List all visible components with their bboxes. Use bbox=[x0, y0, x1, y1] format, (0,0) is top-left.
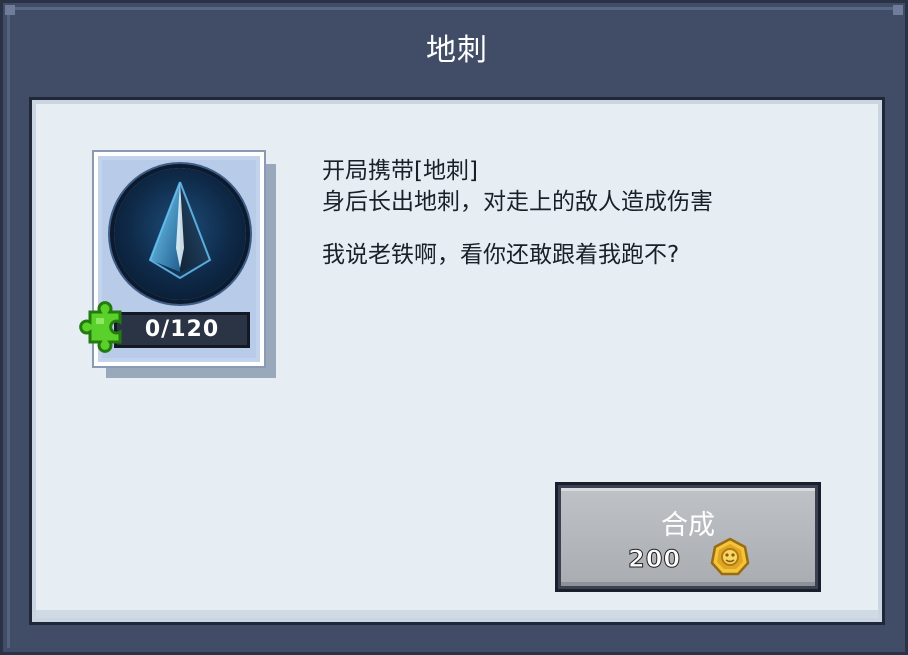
gold-coin-icon bbox=[710, 537, 750, 577]
shard-progress-bar: 0/120 bbox=[114, 312, 250, 348]
craft-cost: 200 bbox=[627, 545, 682, 574]
corner-notch bbox=[5, 5, 15, 15]
flavor-text: 我说老铁啊，看你还敢跟着我跑不? bbox=[322, 242, 680, 268]
puzzle-piece-icon bbox=[76, 298, 134, 356]
craft-button-label: 合成 bbox=[661, 510, 715, 541]
dialog-title: 地刺 bbox=[426, 33, 488, 68]
craft-button[interactable]: 合成 200 bbox=[555, 482, 821, 592]
description-line-2: 身后长出地刺，对走上的敌人造成伤害 bbox=[322, 189, 713, 215]
ground-spike-icon bbox=[114, 168, 246, 300]
item-description: 开局携带[地刺] 身后长出地刺，对走上的敌人造成伤害 我说老铁啊，看你还敢跟着我… bbox=[322, 156, 842, 271]
description-line-1: 开局携带[地刺] bbox=[322, 158, 478, 184]
corner-notch bbox=[893, 5, 903, 15]
item-card[interactable]: 0/120 bbox=[79, 150, 276, 378]
content-panel: 0/120 开局携带[地刺] 身后长出地刺，对走上的敌人造成伤害 我说老铁啊，看… bbox=[29, 97, 885, 625]
dialog-frame: 地刺 0/120 开局携带[地刺] 身后长出地刺，对走上的敌人造成伤害 我说老铁… bbox=[0, 0, 908, 655]
panel-shade bbox=[36, 610, 878, 618]
